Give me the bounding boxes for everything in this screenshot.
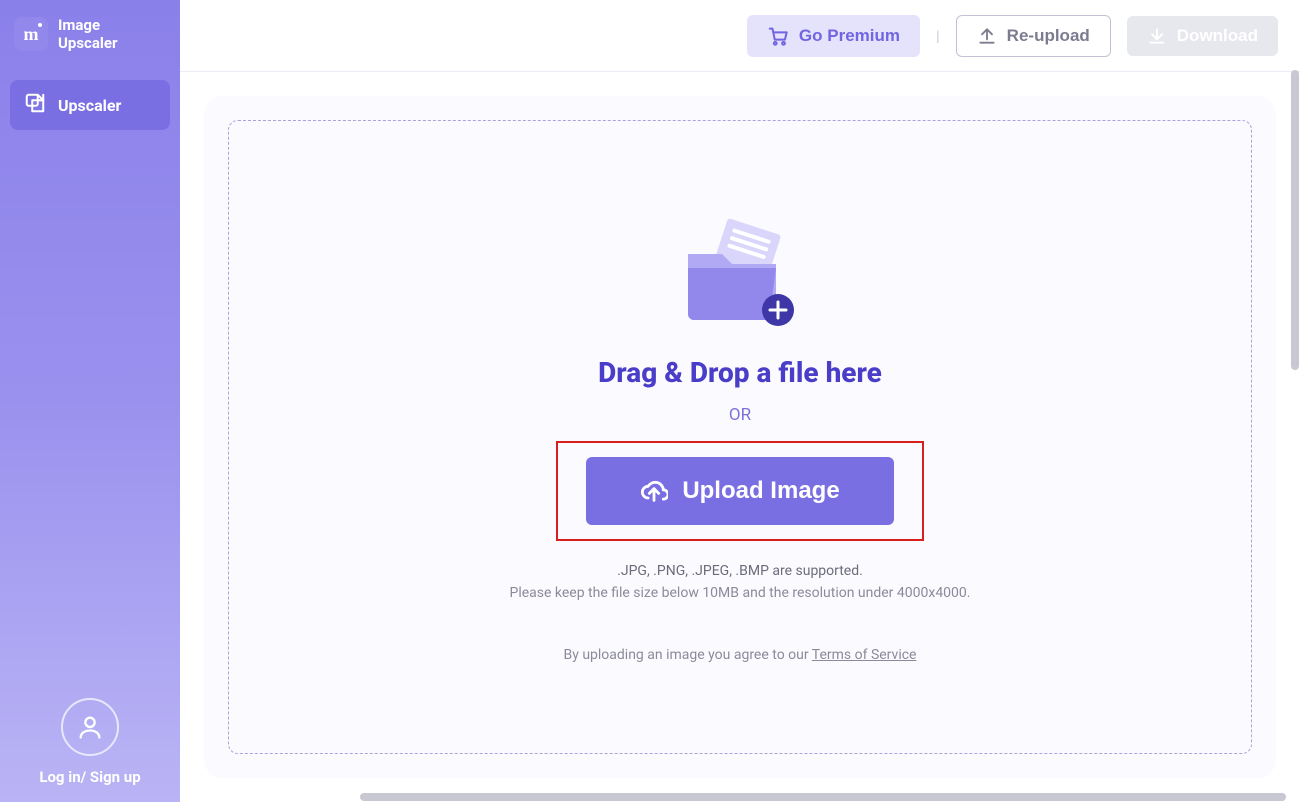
tos-text: By uploading an image you agree to our T… xyxy=(564,647,917,663)
content-area: Drag & Drop a file here OR Upload Image … xyxy=(180,72,1300,802)
app-logo[interactable]: m Image Upscaler xyxy=(10,16,170,52)
avatar[interactable] xyxy=(61,698,119,756)
topbar: Go Premium | Re-upload Download xyxy=(180,0,1300,72)
size-limit-text: Please keep the file size below 10MB and… xyxy=(510,585,971,601)
main: Go Premium | Re-upload Download xyxy=(180,0,1300,802)
drop-title: Drag & Drop a file here xyxy=(598,356,882,389)
tos-link[interactable]: Terms of Service xyxy=(812,647,917,663)
go-premium-label: Go Premium xyxy=(799,26,900,46)
cloud-upload-icon xyxy=(640,477,668,505)
download-label: Download xyxy=(1177,26,1258,46)
upload-highlight-box: Upload Image xyxy=(556,441,923,541)
cart-icon xyxy=(767,25,789,47)
logo-icon: m xyxy=(14,17,48,51)
folder-illustration xyxy=(670,212,810,332)
reupload-label: Re-upload xyxy=(1007,26,1090,46)
vertical-scrollbar[interactable] xyxy=(1289,0,1299,802)
supported-formats-text: .JPG, .PNG, .JPEG, .BMP are supported. xyxy=(617,563,863,579)
topbar-separator: | xyxy=(936,27,940,45)
login-link[interactable]: Log in/ Sign up xyxy=(10,768,170,786)
drop-or: OR xyxy=(729,405,751,425)
upscale-icon xyxy=(24,92,46,118)
reupload-button[interactable]: Re-upload xyxy=(956,15,1111,57)
upload-icon xyxy=(977,26,997,46)
download-icon xyxy=(1147,26,1167,46)
app-title: Image Upscaler xyxy=(58,16,117,52)
go-premium-button[interactable]: Go Premium xyxy=(747,15,920,57)
horizontal-scrollbar[interactable] xyxy=(360,792,1286,802)
upload-image-label: Upload Image xyxy=(682,477,839,505)
sidebar-item-label: Upscaler xyxy=(58,96,121,115)
download-button: Download xyxy=(1127,16,1278,56)
drop-panel: Drag & Drop a file here OR Upload Image … xyxy=(204,96,1276,778)
upload-image-button[interactable]: Upload Image xyxy=(586,457,893,525)
sidebar-item-upscaler[interactable]: Upscaler xyxy=(10,80,170,130)
drop-zone[interactable]: Drag & Drop a file here OR Upload Image … xyxy=(228,120,1252,754)
sidebar: m Image Upscaler Upscaler Log in/ Sign u… xyxy=(0,0,180,802)
user-icon xyxy=(76,713,104,741)
